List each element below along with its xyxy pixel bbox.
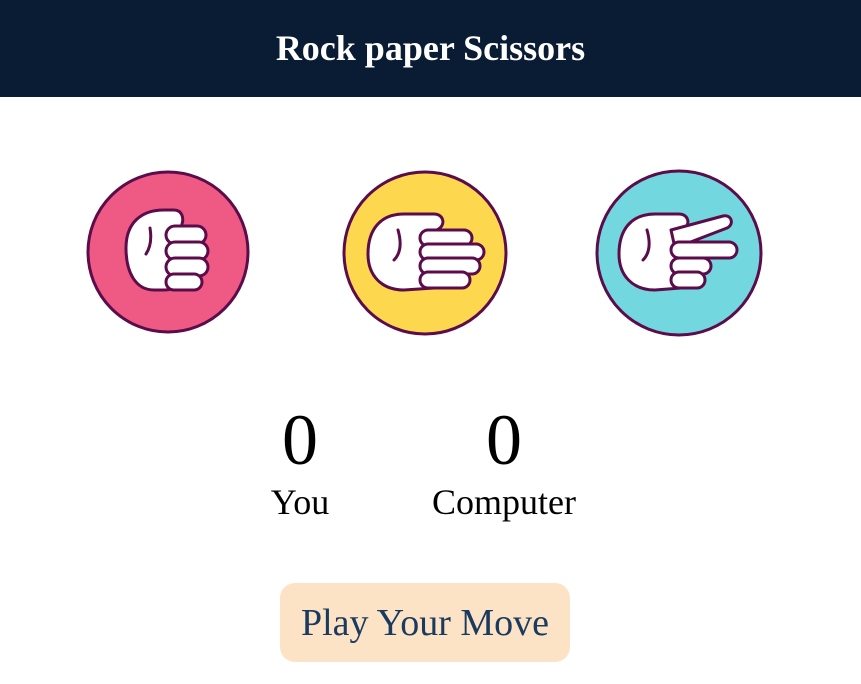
user-score-value: 0 [282, 400, 318, 480]
computer-score-label: Computer [432, 482, 576, 522]
rock-choice-button[interactable] [86, 168, 250, 336]
scissors-hand-icon [595, 169, 763, 337]
page-title: Rock paper Scissors [275, 27, 586, 68]
computer-score-panel: 0 Computer [404, 404, 604, 520]
game-message-box: Play Your Move [280, 583, 570, 662]
paper-choice-button[interactable] [342, 168, 508, 338]
user-score-panel: 0 You [200, 404, 400, 520]
scissors-choice-button[interactable] [595, 168, 763, 338]
paper-hand-icon [342, 170, 508, 336]
rock-hand-icon [86, 170, 250, 334]
game-message-text: Play Your Move [300, 601, 550, 644]
computer-score-value: 0 [486, 400, 522, 480]
header-bar: Rock paper Scissors [0, 0, 861, 97]
user-score-label: You [270, 482, 330, 522]
